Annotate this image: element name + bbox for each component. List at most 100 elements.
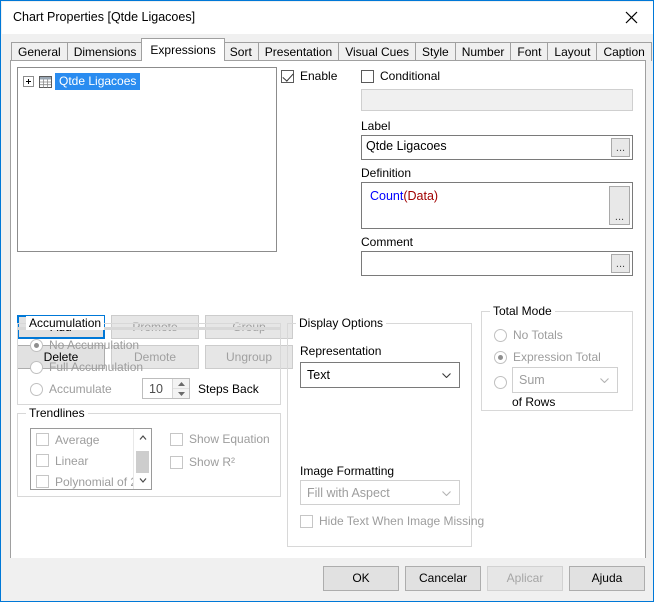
tab-number[interactable]: Number xyxy=(454,42,512,61)
tab-style[interactable]: Style xyxy=(415,42,456,61)
radio-no-totals-label: No Totals xyxy=(513,328,563,342)
chevron-down-icon xyxy=(600,378,609,383)
tab-presentation[interactable]: Presentation xyxy=(257,42,340,61)
representation-dropdown[interactable]: Text xyxy=(300,362,460,388)
show-equation-label: Show Equation xyxy=(189,432,270,446)
radio-full-accumulation: Full Accumulation xyxy=(30,360,143,374)
steps-back-value: 10 xyxy=(149,381,163,396)
hide-text-label: Hide Text When Image Missing xyxy=(319,514,485,528)
conditional-value xyxy=(362,90,370,96)
chart-properties-dialog: Chart Properties [Qtde Ligacoes] General… xyxy=(0,0,654,602)
tab-sort[interactable]: Sort xyxy=(222,42,259,61)
ok-button[interactable]: OK xyxy=(323,566,399,591)
definition-browse-button[interactable]: ... xyxy=(609,186,630,225)
comment-browse-button[interactable]: ... xyxy=(611,254,630,273)
stepper-down-icon[interactable] xyxy=(173,389,189,398)
radio-expression-total: Expression Total xyxy=(494,350,601,364)
comment-caption: Comment xyxy=(361,235,414,249)
hide-text-checkbox: Hide Text When Image Missing xyxy=(300,514,484,528)
steps-back-stepper[interactable]: 10 xyxy=(142,378,190,399)
enable-label: Enable xyxy=(300,69,338,83)
conditional-checkbox[interactable]: Conditional xyxy=(361,69,440,83)
checkbox-indicator[interactable] xyxy=(281,69,294,83)
show-r2-checkbox: Show R² xyxy=(170,455,235,469)
close-icon[interactable] xyxy=(609,2,653,33)
accumulation-title: Accumulation xyxy=(26,316,105,330)
tab-visual-cues[interactable]: Visual Cues xyxy=(338,42,417,61)
radio-no-totals: No Totals xyxy=(494,328,563,342)
radio-indicator xyxy=(494,376,507,389)
checkbox-indicator xyxy=(170,455,183,469)
checkbox-indicator[interactable] xyxy=(36,454,49,467)
tab-caption[interactable]: Caption xyxy=(596,42,652,61)
plus-icon[interactable] xyxy=(23,76,34,87)
of-rows-label: of Rows xyxy=(512,395,556,409)
conditional-input xyxy=(361,89,633,111)
image-formatting-label: Image Formatting xyxy=(300,464,395,478)
radio-indicator xyxy=(494,328,507,342)
tab-general[interactable]: General xyxy=(11,42,68,61)
expression-tree[interactable]: Qtde Ligacoes xyxy=(17,67,277,252)
trendlines-listbox[interactable]: Average Linear Polynomial of 2nd d xyxy=(30,428,152,490)
tab-dimensions[interactable]: Dimensions xyxy=(66,42,144,61)
list-item-label: Linear xyxy=(55,453,89,468)
comment-input[interactable]: ... xyxy=(361,251,633,276)
radio-indicator xyxy=(30,382,43,396)
tab-layout[interactable]: Layout xyxy=(547,42,598,61)
radio-accumulate-label: Accumulate xyxy=(49,382,112,396)
tab-strip: General Dimensions Expressions Sort Pres… xyxy=(2,34,653,61)
comment-value xyxy=(362,252,370,258)
stepper-up-icon[interactable] xyxy=(173,379,189,389)
scroll-up-icon[interactable] xyxy=(134,429,151,446)
checkbox-indicator[interactable] xyxy=(36,433,49,446)
chevron-down-icon xyxy=(442,373,451,378)
scroll-down-icon[interactable] xyxy=(134,472,151,489)
representation-value: Text xyxy=(307,368,330,382)
help-button[interactable]: Ajuda xyxy=(569,566,645,591)
dialog-footer: OK Cancelar Aplicar Ajuda xyxy=(2,558,652,600)
radio-aggregation xyxy=(494,376,513,389)
checkbox-indicator[interactable] xyxy=(361,69,374,83)
window-title: Chart Properties [Qtde Ligacoes] xyxy=(13,10,196,24)
definition-value: Count(Data) xyxy=(362,183,442,207)
definition-argument: (Data) xyxy=(403,189,439,203)
checkbox-indicator[interactable] xyxy=(36,475,49,488)
trendlines: Trendlines Average Linear Polynomial of … xyxy=(17,406,281,497)
aggregation-dropdown: Sum xyxy=(512,367,618,393)
tab-expressions[interactable]: Expressions xyxy=(141,38,225,61)
radio-accumulate: Accumulate xyxy=(30,382,112,396)
representation-label: Representation xyxy=(300,344,382,358)
show-equation-checkbox: Show Equation xyxy=(170,432,270,446)
stepper-buttons[interactable] xyxy=(172,379,189,398)
list-item-label: Average xyxy=(55,432,100,447)
aggregation-value: Sum xyxy=(519,373,545,387)
label-browse-button[interactable]: ... xyxy=(611,138,630,157)
image-formatting-value: Fill with Aspect xyxy=(307,485,390,500)
definition-input[interactable]: Count(Data) ... xyxy=(361,182,633,229)
trendlines-scrollbar[interactable] xyxy=(133,429,151,489)
label-input[interactable]: Qtde Ligacoes ... xyxy=(361,135,633,160)
radio-expression-total-label: Expression Total xyxy=(513,350,601,364)
image-formatting-dropdown: Fill with Aspect xyxy=(300,480,460,505)
tab-font[interactable]: Font xyxy=(510,42,549,61)
label-caption: Label xyxy=(361,119,391,133)
accumulation: Accumulation No Accumulation Full Accumu… xyxy=(17,316,281,405)
cancel-button[interactable]: Cancelar xyxy=(405,566,481,591)
radio-no-accumulation: No Accumulation xyxy=(30,338,139,352)
total-mode: Total Mode No Totals Expression Total Su… xyxy=(481,304,633,411)
checkbox-indicator xyxy=(170,432,183,446)
definition-function: Count xyxy=(370,189,404,203)
expressions-page: Qtde Ligacoes Add Promote Group Delete D… xyxy=(10,60,646,560)
steps-back-label: Steps Back xyxy=(198,382,259,396)
chevron-down-icon xyxy=(442,490,451,496)
enable-checkbox[interactable]: Enable xyxy=(281,69,337,83)
title-bar: Chart Properties [Qtde Ligacoes] xyxy=(2,2,653,34)
conditional-label: Conditional xyxy=(380,69,441,83)
display-options-title: Display Options xyxy=(296,316,387,330)
scrollbar-thumb[interactable] xyxy=(136,451,149,473)
display-options: Display Options Representation Text Imag… xyxy=(287,316,484,547)
tree-item[interactable]: Qtde Ligacoes xyxy=(23,73,141,90)
label-value: Qtde Ligacoes xyxy=(366,139,447,153)
show-r2-label: Show R² xyxy=(189,455,236,469)
radio-indicator xyxy=(494,350,507,364)
